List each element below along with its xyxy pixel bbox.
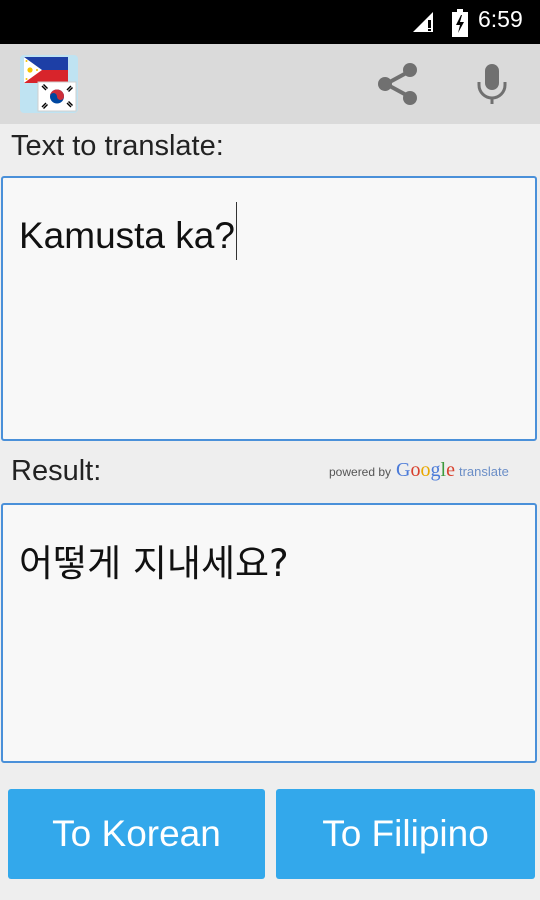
powered-by-google-translate: powered by Google translate bbox=[329, 459, 509, 482]
source-text-input[interactable]: Kamusta ka? bbox=[1, 176, 537, 441]
to-korean-button[interactable]: To Korean bbox=[8, 789, 265, 879]
powered-by-text: powered by bbox=[329, 465, 392, 479]
microphone-button[interactable] bbox=[470, 60, 514, 108]
clock-time: 6:59 bbox=[478, 6, 523, 32]
result-text-value: 어떻게 지내세요? bbox=[19, 542, 289, 585]
translate-text: translate bbox=[458, 464, 509, 479]
action-bar bbox=[0, 44, 540, 124]
to-filipino-button[interactable]: To Filipino bbox=[276, 789, 535, 879]
google-logo: Google bbox=[396, 459, 455, 481]
input-label: Text to translate: bbox=[11, 130, 224, 162]
share-button[interactable] bbox=[372, 60, 424, 108]
result-label: Result: bbox=[11, 455, 102, 487]
source-text-value: Kamusta ka? bbox=[19, 215, 235, 256]
share-icon bbox=[378, 63, 417, 105]
result-text-output[interactable]: 어떻게 지내세요? bbox=[1, 503, 537, 763]
philippines-korea-flags-icon[interactable] bbox=[20, 55, 78, 113]
status-bar: 6:59 bbox=[0, 0, 540, 44]
signal-icon bbox=[411, 11, 435, 37]
battery-icon bbox=[452, 9, 468, 41]
microphone-icon bbox=[477, 64, 507, 104]
text-cursor bbox=[235, 202, 237, 260]
